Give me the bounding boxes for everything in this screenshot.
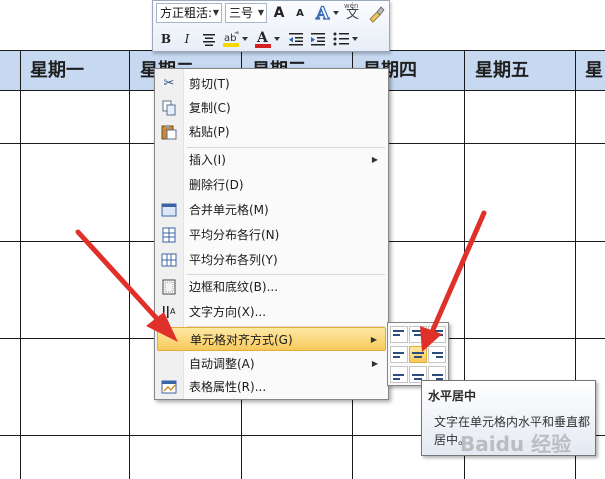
- bold-icon: B: [160, 32, 172, 46]
- svg-text:ab: ab: [224, 33, 236, 44]
- copy-icon: [161, 100, 177, 116]
- menu-item-table-properties[interactable]: 表格属性(R)...: [157, 375, 386, 399]
- text-direction-icon: A: [161, 304, 177, 320]
- distribute-rows-icon: [161, 227, 177, 243]
- text-effects-button[interactable]: A: [312, 3, 340, 25]
- submenu-arrow-icon: ▶: [371, 155, 378, 164]
- scissors-icon: ✂: [163, 76, 175, 91]
- tooltip-title: 水平居中: [428, 389, 477, 403]
- table-header-cell[interactable]: 星期一: [30, 51, 84, 90]
- menu-item-borders-shading[interactable]: 边框和底纹(B)...: [157, 275, 386, 299]
- merge-cells-icon: [161, 202, 177, 218]
- italic-button[interactable]: I: [177, 29, 197, 49]
- menu-item-label: 自动调整(A): [189, 357, 255, 371]
- increase-indent-icon: [311, 33, 325, 46]
- paste-icon: [161, 124, 177, 140]
- menu-item-copy[interactable]: 复制(C): [157, 96, 386, 120]
- menu-item-label: 复制(C): [189, 101, 231, 115]
- menu-item-label: 文字方向(X)...: [189, 305, 267, 319]
- align-middle-left-button[interactable]: [390, 346, 408, 363]
- grow-font-button[interactable]: A: [269, 3, 289, 23]
- center-align-button[interactable]: [199, 29, 219, 49]
- increase-indent-button[interactable]: [308, 29, 328, 49]
- font-name-value: 方正粗活:: [160, 6, 213, 20]
- table-header-cell[interactable]: 星: [585, 51, 603, 90]
- menu-item-delete-row[interactable]: 删除行(D): [157, 173, 386, 197]
- menu-item-label: 粘贴(P): [189, 125, 230, 139]
- menu-item-merge-cells[interactable]: 合并单元格(M): [157, 198, 386, 222]
- table-border-line: [129, 50, 130, 479]
- menu-item-distribute-columns[interactable]: 平均分布各列(Y): [157, 248, 386, 272]
- phonetic-char-icon: 文: [346, 7, 360, 22]
- format-painter-button[interactable]: [366, 3, 386, 23]
- menu-item-label: 边框和底纹(B)...: [189, 280, 279, 294]
- decrease-indent-button[interactable]: [286, 29, 306, 49]
- font-color-icon: A: [255, 30, 280, 48]
- bullets-button[interactable]: [331, 29, 359, 49]
- menu-item-paste[interactable]: 粘贴(P): [157, 120, 386, 144]
- menu-item-label: 剪切(T): [189, 77, 230, 91]
- highlight-button[interactable]: ab: [221, 29, 249, 49]
- align-top-center-button[interactable]: [409, 326, 427, 343]
- align-bottom-left-button[interactable]: [390, 366, 408, 383]
- menu-item-label: 表格属性(R)...: [189, 380, 267, 394]
- table-properties-icon: [161, 379, 177, 395]
- bullets-icon: [333, 32, 358, 46]
- center-align-icon: [203, 34, 215, 46]
- svg-text:A: A: [170, 307, 176, 316]
- menu-item-cut[interactable]: ✂ 剪切(T): [157, 72, 386, 96]
- cell-alignment-submenu: [387, 322, 449, 386]
- font-size-value: 三号: [229, 6, 254, 20]
- text-effects-icon: A: [314, 3, 339, 25]
- menu-item-label: 平均分布各行(N): [189, 228, 280, 242]
- mini-formatting-toolbar: 方正粗活: ▼ 三号 ▼ A A A wén 文 B I ab A: [152, 0, 390, 52]
- font-name-combo[interactable]: 方正粗活: ▼: [156, 3, 222, 23]
- menu-item-label: 合并单元格(M): [189, 203, 269, 217]
- grow-font-icon: A: [273, 5, 285, 21]
- font-color-button[interactable]: A: [253, 29, 281, 49]
- menu-item-insert[interactable]: 插入(I) ▶: [157, 148, 386, 172]
- align-top-right-button[interactable]: [428, 326, 446, 343]
- format-painter-icon: [369, 6, 385, 23]
- menu-item-distribute-rows[interactable]: 平均分布各行(N): [157, 223, 386, 247]
- menu-item-autofit[interactable]: 自动调整(A) ▶: [157, 352, 386, 376]
- table-header-cell[interactable]: 星期五: [475, 51, 529, 90]
- chevron-down-icon: ▼: [212, 8, 220, 17]
- chevron-down-icon: ▼: [257, 8, 265, 17]
- menu-item-label: 单元格对齐方式(G): [190, 333, 293, 347]
- menu-item-cell-alignment[interactable]: 单元格对齐方式(G) ▶: [157, 327, 386, 351]
- menu-item-label: 平均分布各列(Y): [189, 253, 278, 267]
- table-border-line: [20, 50, 21, 479]
- bold-button[interactable]: B: [156, 29, 176, 49]
- align-middle-center-button[interactable]: [409, 346, 427, 363]
- align-top-left-button[interactable]: [390, 326, 408, 343]
- watermark: Baidu 经验: [460, 432, 572, 456]
- shrink-font-icon: A: [296, 8, 304, 19]
- font-size-combo[interactable]: 三号 ▼: [225, 3, 267, 23]
- highlight-icon: ab: [223, 31, 248, 47]
- menu-item-label: 删除行(D): [189, 178, 244, 192]
- italic-icon: I: [184, 32, 190, 46]
- table-context-menu: ✂ 剪切(T) 复制(C) 粘贴(P) 插入(I) ▶ 删除行(D) 合并单元格…: [154, 68, 389, 400]
- menu-item-label: 插入(I): [189, 153, 226, 167]
- svg-text:A: A: [256, 30, 269, 46]
- phonetic-guide-button[interactable]: wén 文: [343, 2, 363, 22]
- decrease-indent-icon: [289, 33, 303, 46]
- distribute-columns-icon: [161, 252, 177, 268]
- borders-icon: [161, 279, 177, 295]
- submenu-arrow-icon: ▶: [370, 335, 377, 344]
- submenu-arrow-icon: ▶: [371, 359, 378, 368]
- shrink-font-button[interactable]: A: [290, 4, 310, 24]
- menu-item-text-direction[interactable]: A 文字方向(X)...: [157, 300, 386, 324]
- svg-text:A: A: [315, 4, 330, 23]
- align-middle-right-button[interactable]: [428, 346, 446, 363]
